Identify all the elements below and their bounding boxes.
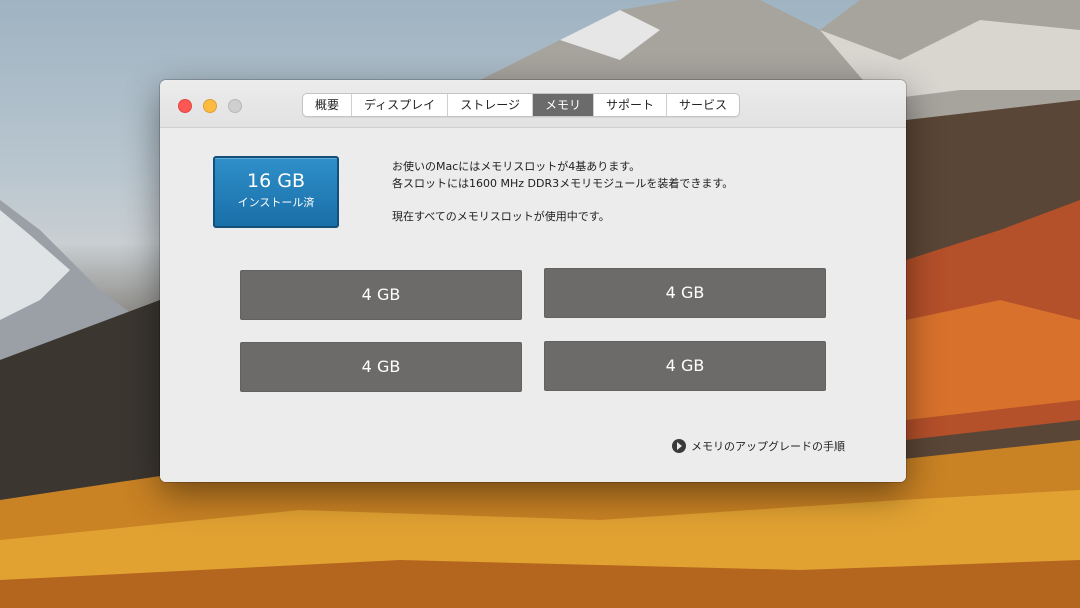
info-slot-count: お使いのMacにはメモリスロットが4基あります。: [392, 160, 641, 173]
memory-panel: 16 GB インストール済 お使いのMacにはメモリスロットが4基あります。 各…: [160, 128, 906, 482]
memory-slot-2: 4 GB: [544, 268, 826, 318]
memory-upgrade-link-label: メモリのアップグレードの手順: [691, 440, 845, 453]
memory-upgrade-link[interactable]: メモリのアップグレードの手順: [672, 437, 845, 455]
close-button[interactable]: [178, 99, 192, 113]
tab-displays[interactable]: ディスプレイ: [352, 94, 449, 116]
memory-slot-1: 4 GB: [240, 270, 522, 320]
memory-info: お使いのMacにはメモリスロットが4基あります。 各スロットには1600 MHz…: [392, 158, 872, 225]
about-this-mac-window: 概要 ディスプレイ ストレージ メモリ サポート サービス 16 GB インスト…: [160, 80, 906, 482]
tab-service[interactable]: サービス: [667, 94, 739, 116]
window-titlebar: 概要 ディスプレイ ストレージ メモリ サポート サービス: [160, 80, 906, 128]
tab-storage[interactable]: ストレージ: [448, 94, 533, 116]
memory-slot-3: 4 GB: [240, 342, 522, 392]
tab-bar: 概要 ディスプレイ ストレージ メモリ サポート サービス: [302, 93, 740, 117]
info-slot-status: 現在すべてのメモリスロットが使用中です。: [392, 210, 610, 223]
minimize-button[interactable]: [203, 99, 217, 113]
info-slot-spec: 各スロットには1600 MHz DDR3メモリモジュールを装着できます。: [392, 177, 734, 190]
arrow-circle-icon: [672, 439, 686, 453]
total-memory-badge: 16 GB インストール済: [213, 156, 339, 228]
tab-support[interactable]: サポート: [594, 94, 667, 116]
total-memory-label: インストール済: [237, 196, 315, 209]
zoom-button[interactable]: [228, 99, 242, 113]
memory-slot-4: 4 GB: [544, 341, 826, 391]
total-memory-size: 16 GB: [247, 170, 305, 192]
tab-overview[interactable]: 概要: [303, 94, 353, 116]
tab-memory[interactable]: メモリ: [532, 94, 594, 116]
